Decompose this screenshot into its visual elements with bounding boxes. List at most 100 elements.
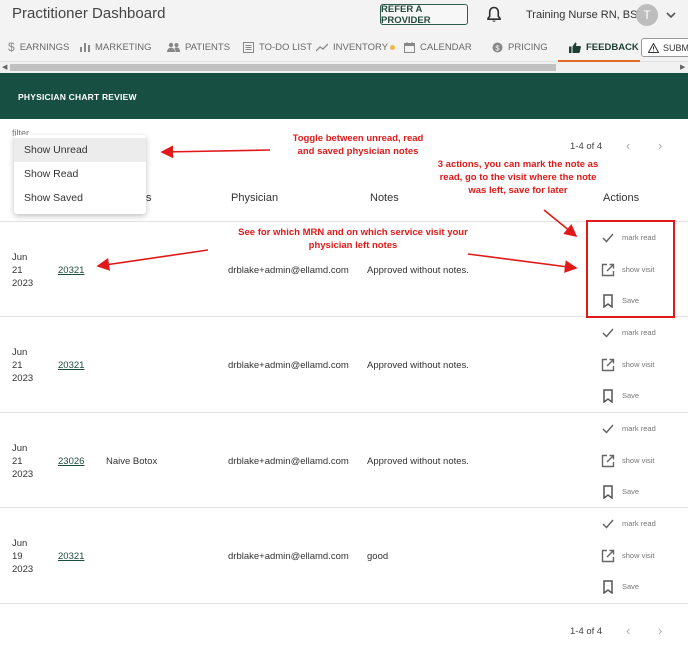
user-name: Training Nurse RN, BSN — [526, 9, 646, 21]
bookmark-icon[interactable] — [601, 580, 615, 594]
annotation-actions-line1: 3 actions, you can mark the note as — [437, 159, 599, 170]
nav-pricing[interactable]: $ PRICING — [492, 32, 548, 62]
row-date: Jun 21 2023 — [12, 251, 33, 290]
trending-icon — [316, 43, 328, 51]
bell-icon[interactable] — [486, 6, 502, 24]
next-page-icon[interactable]: › — [658, 623, 662, 638]
annotation-actions: 3 actions, you can mark the note as read… — [420, 158, 616, 197]
nav-todo-list[interactable]: TO-DO LIST — [243, 32, 312, 62]
scrollbar-thumb[interactable] — [10, 64, 556, 71]
annotation-mrn: See for which MRN and on which service v… — [220, 226, 486, 252]
filter-dropdown-menu: Show Unread Show Read Show Saved — [14, 135, 146, 214]
physician-cell: drblake+admin@ellamd.com — [228, 265, 349, 276]
date-year: 2023 — [12, 564, 34, 575]
option-show-read[interactable]: Show Read — [14, 162, 146, 186]
dollar-icon: $ — [8, 40, 15, 54]
mrn-link[interactable]: 23026 — [58, 456, 84, 467]
mark-read-label[interactable]: mark read — [622, 424, 656, 433]
check-icon[interactable] — [601, 517, 615, 531]
chevron-down-icon[interactable] — [664, 8, 678, 22]
open-in-new-icon[interactable] — [601, 454, 615, 468]
date-day: 21 — [12, 360, 23, 371]
date-day: 21 — [12, 265, 23, 276]
annotation-toggle: Toggle between unread, read and saved ph… — [268, 132, 448, 158]
notification-dot — [390, 44, 396, 50]
check-icon[interactable] — [601, 422, 615, 436]
bookmark-icon[interactable] — [601, 389, 615, 403]
annotation-mrn-line1: See for which MRN and on which service v… — [238, 227, 468, 238]
open-in-new-icon[interactable] — [601, 549, 615, 563]
scroll-left-arrow-icon[interactable]: ◀ — [2, 63, 7, 71]
date-month: Jun — [12, 443, 28, 454]
actions-highlight-box — [586, 220, 675, 318]
submit-button[interactable]: SUBM — [641, 38, 688, 57]
coin-icon: $ — [492, 42, 503, 52]
scroll-right-arrow-icon[interactable]: ▶ — [680, 63, 685, 71]
prev-page-icon[interactable]: ‹ — [626, 623, 630, 638]
save-label[interactable]: Save — [622, 582, 639, 591]
bar-chart-icon — [80, 43, 90, 52]
nav-pricing-label: PRICING — [508, 41, 548, 53]
column-header-physician: Physician — [231, 192, 279, 204]
thumbs-up-icon — [569, 42, 581, 53]
annotation-actions-line2: read, go to the visit where the note — [439, 172, 597, 183]
open-in-new-icon[interactable] — [601, 358, 615, 372]
annotation-actions-line3: was left, save for later — [468, 185, 568, 196]
show-visit-label[interactable]: show visit — [622, 551, 655, 560]
arrow-to-actions — [543, 209, 578, 238]
nav-patients[interactable]: PATIENTS — [167, 32, 230, 62]
column-header-service: s — [146, 192, 152, 204]
nav-earnings-label: EARNINGS — [19, 41, 70, 53]
mark-read-label[interactable]: mark read — [622, 328, 656, 337]
nav-earnings[interactable]: $ EARNINGS — [8, 32, 69, 62]
top-bar: Practitioner Dashboard REFER A PROVIDER … — [0, 0, 688, 32]
mrn-link[interactable]: 20321 — [58, 551, 84, 562]
avatar[interactable]: T — [636, 4, 658, 26]
date-day: 21 — [12, 456, 23, 467]
date-year: 2023 — [12, 373, 34, 384]
nav-marketing[interactable]: MARKETING — [80, 32, 151, 62]
show-visit-label[interactable]: show visit — [622, 456, 655, 465]
nav-patients-label: PATIENTS — [185, 41, 231, 53]
row-divider — [0, 507, 688, 508]
date-year: 2023 — [12, 278, 34, 289]
main-nav: $ EARNINGS MARKETING PATIENTS TO-DO LIST… — [0, 32, 688, 62]
mrn-link[interactable]: 20321 — [58, 265, 84, 276]
next-page-icon[interactable]: › — [658, 138, 662, 153]
date-day: 19 — [12, 551, 23, 562]
pagination-range-bottom: 1-4 of 4 — [570, 626, 603, 637]
check-icon[interactable] — [601, 326, 615, 340]
arrow-to-mrn — [96, 249, 209, 271]
service-cell: Naive Botox — [106, 456, 158, 467]
save-label[interactable]: Save — [622, 391, 639, 400]
annotation-toggle-line1: Toggle between unread, read — [292, 133, 424, 144]
nav-inventory[interactable]: INVENTORY — [316, 32, 396, 62]
row-divider — [0, 412, 688, 413]
notes-cell: Approved without notes. — [367, 456, 469, 467]
horizontal-scrollbar[interactable]: ◀ ▶ — [0, 62, 688, 73]
bookmark-icon[interactable] — [601, 485, 615, 499]
app-title: Practitioner Dashboard — [12, 5, 166, 22]
option-show-saved[interactable]: Show Saved — [14, 186, 146, 210]
mark-read-label[interactable]: mark read — [622, 519, 656, 528]
nav-feedback-label: FEEDBACK — [586, 41, 639, 53]
people-icon — [167, 42, 180, 52]
refer-provider-button[interactable]: REFER A PROVIDER — [380, 4, 468, 26]
physician-cell: drblake+admin@ellamd.com — [228, 456, 349, 467]
row-divider — [0, 603, 688, 604]
section-title: PHYSICIAN CHART REVIEW — [18, 92, 137, 102]
prev-page-icon[interactable]: ‹ — [626, 138, 630, 153]
nav-marketing-label: MARKETING — [95, 41, 152, 53]
date-year: 2023 — [12, 469, 34, 480]
annotation-toggle-line2: and saved physician notes — [297, 146, 419, 157]
notes-cell: Approved without notes. — [367, 265, 469, 276]
row-date: Jun 19 2023 — [12, 537, 33, 576]
notes-cell: good — [367, 551, 389, 562]
option-show-unread[interactable]: Show Unread — [14, 138, 146, 162]
show-visit-label[interactable]: show visit — [622, 360, 655, 369]
save-label[interactable]: Save — [622, 487, 639, 496]
nav-calendar[interactable]: CALENDAR — [404, 32, 472, 62]
arrow-to-filter — [160, 145, 271, 159]
nav-feedback[interactable]: FEEDBACK — [569, 32, 639, 62]
mrn-link[interactable]: 20321 — [58, 360, 84, 371]
